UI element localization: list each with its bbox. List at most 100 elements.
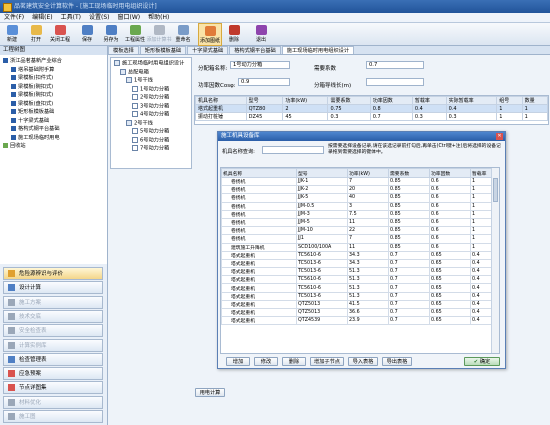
distribution-node[interactable]: 1号干线 xyxy=(126,77,153,84)
nav-button-5[interactable]: 计算实例库 xyxy=(3,338,103,352)
dialog-table-row[interactable]: 卷扬机 JJM-5 11 0.85 0.6 1 xyxy=(221,217,499,228)
demand-coef-field[interactable]: 0.7 xyxy=(366,61,424,69)
toolbar-button-delete[interactable]: 删除 xyxy=(222,23,246,46)
distribution-node[interactable]: 7号动力分箱 xyxy=(132,145,169,152)
tab-1[interactable]: 矩形板模板基础 xyxy=(139,46,187,54)
tree-node[interactable]: 矩形板模板基础 xyxy=(11,109,54,116)
nav-button-1[interactable]: 设计计算 xyxy=(3,281,103,295)
dialog-table-row[interactable]: 卷扬机 JJK-5 40 0.85 0.6 1 xyxy=(221,193,499,203)
dialog-button-5[interactable]: 导出表格 xyxy=(382,357,412,366)
dialog-table-row[interactable]: 卷扬机 JJ1 7 0.85 0.6 1 xyxy=(221,234,499,244)
nav-button-6[interactable]: 检查管理表 xyxy=(3,352,103,366)
vertical-scrollbar[interactable] xyxy=(491,168,499,353)
ok-button[interactable]: ✔ 确定 xyxy=(464,357,500,366)
tree-node[interactable]: 梁模板(盘扣式) xyxy=(11,100,53,108)
dialog-table-row[interactable]: 塔式起重机 TC5013-6 51.3 0.7 0.65 0.4 xyxy=(221,291,499,301)
distribution-node[interactable]: 2号干线 xyxy=(126,119,153,126)
distribution-node[interactable]: 6号动力分箱 xyxy=(132,136,169,143)
equipment-search-input[interactable] xyxy=(262,146,324,154)
tree-node[interactable]: 格构式钢平台基础 xyxy=(11,126,60,133)
nav-button-8[interactable]: 节点详图集 xyxy=(3,381,103,395)
tab-2[interactable]: 十字梁式基础 xyxy=(187,46,229,54)
distribution-node[interactable]: 2号动力分箱 xyxy=(132,94,169,101)
table-cell: 0.7 xyxy=(388,316,430,326)
menu-settings[interactable]: 设置(S) xyxy=(85,13,114,22)
nav-button-3[interactable]: 技术交底 xyxy=(3,309,103,323)
dialog-table-row[interactable]: 塔式起重机 QTZ4539 23.9 0.7 0.65 0.4 xyxy=(221,316,499,326)
equipment-library-dialog: 施工机具设备库 ✕ 机具名称查询: 按需要选择设备记录,请在该选记录前打勾后,再… xyxy=(217,131,506,369)
project-tree[interactable]: 浙江品茗基新产业综合 塔吊基础附手算 梁模板(扣件式) 梁模板(碗扣式) 梁模板(碗扣式… xyxy=(0,55,107,264)
distribution-node[interactable]: 总配电箱 xyxy=(120,68,149,75)
menu-window[interactable]: 窗口(W) xyxy=(113,13,144,22)
power-factor-field[interactable]: 0.9 xyxy=(238,78,290,86)
dialog-button-4[interactable]: 导入表格 xyxy=(348,357,378,366)
dialog-table-row[interactable]: 塔式起重机 TC5610-6 51.3 0.7 0.65 0.4 xyxy=(221,275,499,285)
menu-file[interactable]: 文件(F) xyxy=(0,13,28,22)
toolbar-button-rename[interactable]: 重命名 xyxy=(171,23,195,46)
nav-button-0[interactable]: 危险源辨识与评价 xyxy=(3,267,103,280)
table-row[interactable]: 振动打桩锤 DZ45 45 0.3 0.7 0.3 0.3 1 1 xyxy=(195,112,549,121)
cable-length-field[interactable] xyxy=(366,78,424,86)
tree-node[interactable]: 梁模板(碗扣式) xyxy=(11,83,53,91)
dialog-button-1[interactable]: 修改 xyxy=(254,357,278,366)
tab-4[interactable]: 施工现场临时用电组织设计 xyxy=(281,46,355,54)
dialog-table-row[interactable]: 卷扬机 JJK-2 20 0.85 0.6 1 xyxy=(221,185,499,195)
tab-0[interactable]: 模板选择 xyxy=(108,46,139,54)
dialog-table-row[interactable]: 塔式起重机 TC5013-6 34.3 0.7 0.65 0.4 xyxy=(221,258,499,269)
cable-length-label: 分箱导线长(m) xyxy=(314,83,352,89)
nav-button-10[interactable]: 施工图 xyxy=(3,410,103,423)
dialog-header-row: 机具名称 型号 功率(kW) 需要系数 功率因数 暂载率 xyxy=(221,168,499,178)
dialog-button-0[interactable]: 增加 xyxy=(226,357,250,366)
tree-node[interactable]: 回收站 xyxy=(3,143,26,150)
close-icon[interactable]: ✕ xyxy=(496,133,503,140)
tree-node[interactable]: 施工现场临时用电 xyxy=(11,134,60,142)
dialog-table-row[interactable]: 塔式起重机 TC5610-6 51.3 0.7 0.65 0.4 xyxy=(221,283,499,293)
tree-node[interactable]: 浙江品茗基新产业综合 xyxy=(3,58,62,65)
tree-node[interactable]: 塔吊基础附手算 xyxy=(11,66,54,74)
dialog-table-row[interactable]: 塔式起重机 TC5610-6 34.3 0.7 0.65 0.4 xyxy=(221,250,499,260)
menu-tools[interactable]: 工具(T) xyxy=(57,13,85,22)
tree-node[interactable]: 十字梁式基础 xyxy=(11,117,49,125)
toolbar-button-close-project[interactable]: 关闭工程 xyxy=(48,23,72,46)
dialog-table-row[interactable]: 卷扬机 JJM-10 22 0.85 0.6 1 xyxy=(221,226,499,236)
branch-name-field[interactable]: 1号动力分箱 xyxy=(230,61,290,69)
tab-3[interactable]: 格构式钢平台基础 xyxy=(229,46,281,54)
toolbar-button-new[interactable]: 新建 xyxy=(0,23,24,46)
nav-button-7[interactable]: 应急预案 xyxy=(3,367,103,381)
dialog-button-3[interactable]: 增加子节点 xyxy=(310,357,344,366)
nav-button-4[interactable]: 安全检查表 xyxy=(3,324,103,338)
distribution-node[interactable]: 3号动力分箱 xyxy=(132,102,169,109)
table-cell: 卷扬机 xyxy=(221,209,297,219)
toolbar-button-open[interactable]: 打开 xyxy=(24,23,48,46)
toolbar-button-properties[interactable]: 工程属性 xyxy=(123,23,147,46)
distribution-node[interactable]: 5号动力分箱 xyxy=(132,128,169,135)
tree-node[interactable]: 梁模板(碗扣式) xyxy=(11,92,53,99)
toolbar-button-exit[interactable]: 退出 xyxy=(249,23,273,46)
menu-edit[interactable]: 编辑(E) xyxy=(28,13,56,22)
dialog-table-row[interactable]: 卷扬机 JJK-1 7 0.85 0.6 1 xyxy=(221,176,499,187)
toolbar-button-save-as[interactable]: 另存为 xyxy=(99,23,123,46)
dialog-table-row[interactable]: 卷扬机 JJM-0.5 3 0.85 0.6 1 xyxy=(221,201,499,211)
equipment-library-table[interactable]: 机具名称 型号 功率(kW) 需要系数 功率因数 暂载率 卷扬机 JJK-1 7 0.85 0.6 1… xyxy=(220,167,500,354)
distribution-node[interactable]: 4号动力分箱 xyxy=(132,111,169,118)
dialog-table-row[interactable]: 塔式起重机 QTZ5013 41.5 0.7 0.65 0.4 xyxy=(221,299,499,310)
dialog-button-2[interactable]: 删除 xyxy=(282,357,306,366)
nav-button-9[interactable]: 材料优化 xyxy=(3,395,103,409)
dialog-table-row[interactable]: 建筑施工升降机 SCD100/100A 11 0.85 0.6 1 xyxy=(221,242,499,252)
scrollbar-thumb[interactable] xyxy=(493,178,498,202)
nav-button-2[interactable]: 施工方案 xyxy=(3,295,103,309)
toolbar-button-add-calc[interactable]: 添加计算书 xyxy=(146,23,172,46)
menu-help[interactable]: 帮助(H) xyxy=(144,13,173,22)
toolbar-button-add-drawing[interactable]: 添加图纸 xyxy=(198,23,222,46)
dialog-table-row[interactable]: 塔式起重机 TC5013-6 51.3 0.7 0.65 0.4 xyxy=(221,267,499,277)
dialog-table-row[interactable]: 卷扬机 JJM-3 7.5 0.85 0.6 1 xyxy=(221,209,499,219)
tree-node[interactable]: 梁模板(扣件式) xyxy=(11,75,53,82)
table-row[interactable]: 塔式起重机 QTZ80 2 0.75 0.8 0.4 0.4 1 1 xyxy=(195,104,549,113)
distribution-node[interactable]: 1号动力分箱 xyxy=(132,85,169,92)
dialog-table-row[interactable]: 塔式起重机 QTZ5013 36.6 0.7 0.65 0.4 xyxy=(221,307,499,318)
distribution-node[interactable]: 施工现场临时用电组织设计 xyxy=(114,60,184,67)
toolbar-button-label: 添加计算书 xyxy=(146,37,172,43)
toolbar-button-save[interactable]: 保存 xyxy=(75,23,99,46)
distribution-tree[interactable]: 施工现场临时用电组织设计 总配电箱 1号干线 1号动力分箱 2号动力分箱 3号动力分箱 4号… xyxy=(110,57,192,169)
power-calc-button[interactable]: 用电计算 xyxy=(195,388,225,397)
